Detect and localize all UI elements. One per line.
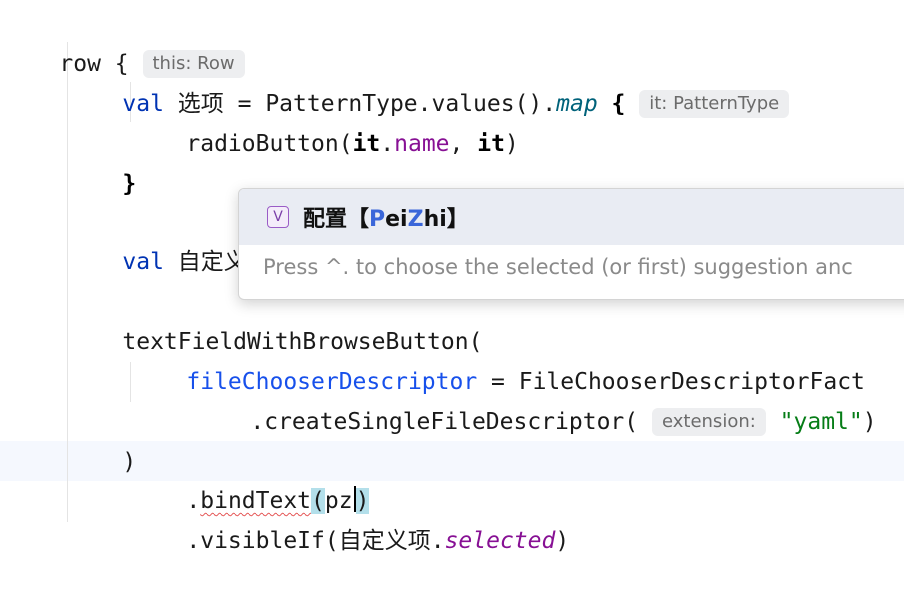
code-text: ) — [862, 409, 877, 435]
code-text: . — [380, 131, 395, 157]
completion-item[interactable]: V 配置【PeiZhi】 — [239, 189, 904, 245]
completion-popup: V 配置【PeiZhi】 Press ^. to choose the sele… — [238, 188, 904, 300]
variable-icon-letter: V — [273, 209, 283, 225]
code-line-3: radioButton(it.name, it) — [131, 84, 518, 157]
variable-icon: V — [267, 206, 289, 228]
code-text: ) — [504, 131, 519, 157]
function-name: map — [556, 91, 598, 117]
code-line-1: row { this: Row — [4, 4, 245, 78]
code-line-9: ) — [67, 402, 136, 475]
code-line-7: fileChooserDescriptor = FileChooserDescr… — [131, 322, 865, 395]
completion-footer-hint: Press ^. to choose the selected (or firs… — [263, 255, 853, 279]
code-text: ) — [555, 528, 570, 554]
inlay-hint: extension: — [651, 408, 766, 436]
code-text: , — [449, 131, 478, 157]
keyword: it — [477, 131, 505, 157]
completion-match: P — [369, 207, 386, 232]
string-literal: "yaml" — [779, 409, 863, 435]
completion-text: hi】 — [423, 207, 469, 232]
code-line-4: } — [67, 124, 136, 197]
code-text: } — [122, 171, 137, 197]
code-line-8: .createSingleFileDescriptor( extension: … — [195, 362, 877, 436]
code-text: .createSingleFileDescriptor( — [250, 409, 639, 435]
completion-text: ei — [385, 207, 408, 232]
code-line-10: .bindText(pz) — [131, 441, 370, 514]
completion-item-label: 配置【PeiZhi】 — [303, 201, 469, 233]
keyword: val — [122, 249, 164, 275]
property: selected — [444, 528, 556, 554]
code-line-11: .visibleIf(自定义项.selected) — [131, 481, 569, 554]
code-text: .visibleIf(自定义项. — [186, 528, 445, 554]
property: name — [394, 131, 450, 157]
inlay-hint: it: PatternType — [639, 90, 790, 118]
keyword: it — [352, 131, 381, 157]
code-text: radioButton( — [186, 131, 353, 157]
code-text: { — [597, 91, 626, 117]
completion-match: Z — [407, 207, 424, 232]
completion-text: 配置【 — [303, 207, 370, 232]
code-line-2: val 选项 = PatternType.values().map { it: … — [67, 44, 790, 118]
